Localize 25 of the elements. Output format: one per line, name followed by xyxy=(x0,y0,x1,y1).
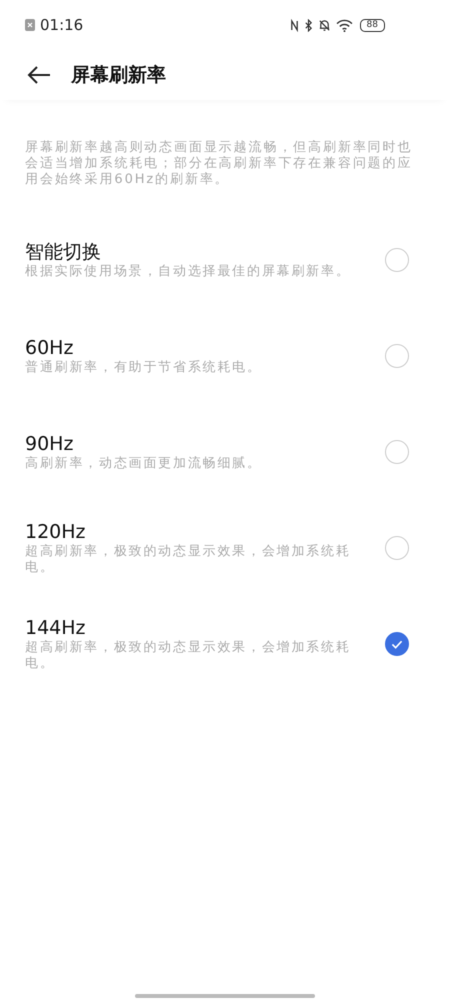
page-title: 屏幕刷新率 xyxy=(71,63,166,88)
nfc-icon xyxy=(290,18,299,32)
option-description: 高刷新率，动态画面更加流畅细腻。 xyxy=(25,456,263,472)
battery-indicator: 88 xyxy=(360,18,385,32)
muted-bell-icon xyxy=(318,18,331,32)
radio-button[interactable] xyxy=(385,536,409,560)
option-title: 60Hz xyxy=(25,336,74,360)
option-title: 120Hz xyxy=(25,520,87,544)
option-title: 144Hz xyxy=(25,616,87,640)
back-arrow-icon[interactable] xyxy=(27,65,51,85)
radio-button[interactable] xyxy=(385,344,409,368)
intro-text: 屏幕刷新率越高则动态画面显示越流畅，但高刷新率同时也会适当增加系统耗电；部分在高刷新率下存在兼容问题的应用会始终采用60Hz的刷新率。 xyxy=(25,140,414,188)
option-description: 普通刷新率，有助于节省系统耗电。 xyxy=(25,360,263,376)
status-time: 01:16 xyxy=(40,16,84,34)
radio-button[interactable] xyxy=(385,248,409,272)
option-title: 90Hz xyxy=(25,432,74,456)
option-title: 智能切换 xyxy=(25,240,102,264)
radio-button[interactable] xyxy=(385,632,409,656)
wifi-icon xyxy=(336,18,353,32)
option-description: 超高刷新率，极致的动态显示效果，会增加系统耗电。 xyxy=(25,544,352,576)
radio-button[interactable] xyxy=(385,440,409,464)
option-description: 超高刷新率，极致的动态显示效果，会增加系统耗电。 xyxy=(25,640,352,672)
option-description: 根据实际使用场景，自动选择最佳的屏幕刷新率。 xyxy=(25,264,352,280)
bluetooth-icon xyxy=(304,18,313,32)
notification-icon xyxy=(25,19,35,31)
